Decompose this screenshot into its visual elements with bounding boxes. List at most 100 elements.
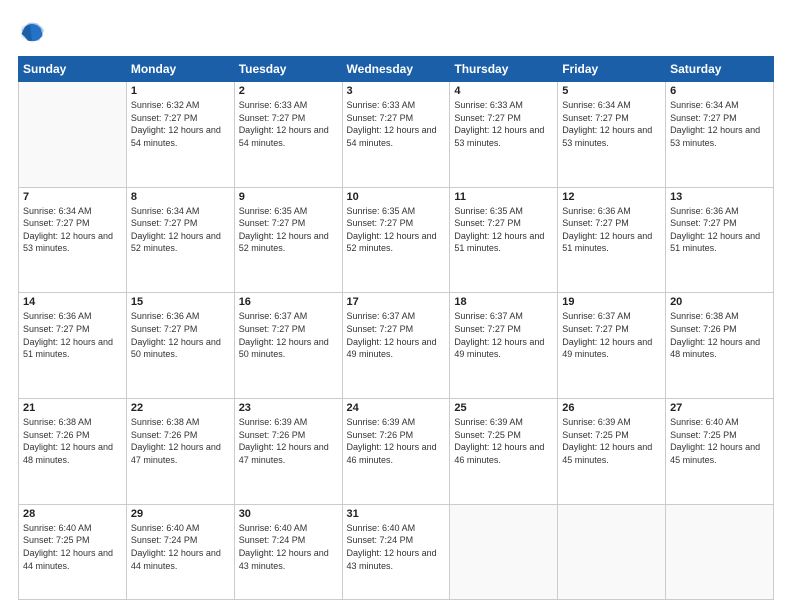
day-info: Sunrise: 6:39 AM Sunset: 7:26 PM Dayligh… <box>347 416 446 466</box>
calendar-cell: 10 Sunrise: 6:35 AM Sunset: 7:27 PM Dayli… <box>342 187 450 293</box>
week-row-3: 14 Sunrise: 6:36 AM Sunset: 7:27 PM Dayli… <box>19 293 774 399</box>
day-number: 22 <box>131 402 230 414</box>
calendar-cell: 12 Sunrise: 6:36 AM Sunset: 7:27 PM Dayli… <box>558 187 666 293</box>
day-info: Sunrise: 6:40 AM Sunset: 7:24 PM Dayligh… <box>131 522 230 572</box>
day-info: Sunrise: 6:34 AM Sunset: 7:27 PM Dayligh… <box>23 205 122 255</box>
day-number: 27 <box>670 402 769 414</box>
weekday-header-saturday: Saturday <box>666 57 774 82</box>
day-info: Sunrise: 6:34 AM Sunset: 7:27 PM Dayligh… <box>562 99 661 149</box>
week-row-1: 1 Sunrise: 6:32 AM Sunset: 7:27 PM Daylig… <box>19 82 774 188</box>
day-number: 3 <box>347 85 446 97</box>
day-number: 4 <box>454 85 553 97</box>
calendar-cell: 21 Sunrise: 6:38 AM Sunset: 7:26 PM Dayli… <box>19 399 127 505</box>
day-info: Sunrise: 6:35 AM Sunset: 7:27 PM Dayligh… <box>454 205 553 255</box>
calendar-cell: 23 Sunrise: 6:39 AM Sunset: 7:26 PM Dayli… <box>234 399 342 505</box>
day-number: 24 <box>347 402 446 414</box>
calendar-cell: 16 Sunrise: 6:37 AM Sunset: 7:27 PM Dayli… <box>234 293 342 399</box>
calendar-cell <box>666 504 774 599</box>
header <box>18 18 774 46</box>
day-info: Sunrise: 6:32 AM Sunset: 7:27 PM Dayligh… <box>131 99 230 149</box>
day-info: Sunrise: 6:37 AM Sunset: 7:27 PM Dayligh… <box>239 310 338 360</box>
day-number: 17 <box>347 296 446 308</box>
calendar-cell: 24 Sunrise: 6:39 AM Sunset: 7:26 PM Dayli… <box>342 399 450 505</box>
day-number: 5 <box>562 85 661 97</box>
weekday-header-thursday: Thursday <box>450 57 558 82</box>
calendar-cell: 5 Sunrise: 6:34 AM Sunset: 7:27 PM Daylig… <box>558 82 666 188</box>
calendar-cell: 3 Sunrise: 6:33 AM Sunset: 7:27 PM Daylig… <box>342 82 450 188</box>
week-row-5: 28Sunrise: 6:40 AM Sunset: 7:25 PM Dayli… <box>19 504 774 599</box>
calendar-cell <box>558 504 666 599</box>
calendar-cell: 1 Sunrise: 6:32 AM Sunset: 7:27 PM Daylig… <box>126 82 234 188</box>
calendar-cell: 19 Sunrise: 6:37 AM Sunset: 7:27 PM Dayli… <box>558 293 666 399</box>
calendar-cell: 22 Sunrise: 6:38 AM Sunset: 7:26 PM Dayli… <box>126 399 234 505</box>
day-number: 12 <box>562 191 661 203</box>
day-number: 29 <box>131 508 230 520</box>
day-number: 20 <box>670 296 769 308</box>
day-info: Sunrise: 6:38 AM Sunset: 7:26 PM Dayligh… <box>131 416 230 466</box>
day-info: Sunrise: 6:34 AM Sunset: 7:27 PM Dayligh… <box>131 205 230 255</box>
day-number: 8 <box>131 191 230 203</box>
calendar-cell <box>19 82 127 188</box>
day-info: Sunrise: 6:39 AM Sunset: 7:25 PM Dayligh… <box>454 416 553 466</box>
day-number: 9 <box>239 191 338 203</box>
day-number: 1 <box>131 85 230 97</box>
day-number: 26 <box>562 402 661 414</box>
day-number: 23 <box>239 402 338 414</box>
calendar-cell: 18 Sunrise: 6:37 AM Sunset: 7:27 PM Dayli… <box>450 293 558 399</box>
calendar-cell: 8 Sunrise: 6:34 AM Sunset: 7:27 PM Daylig… <box>126 187 234 293</box>
day-number: 10 <box>347 191 446 203</box>
calendar-cell <box>450 504 558 599</box>
day-number: 13 <box>670 191 769 203</box>
day-info: Sunrise: 6:38 AM Sunset: 7:26 PM Dayligh… <box>23 416 122 466</box>
calendar-cell: 30 Sunrise: 6:40 AM Sunset: 7:24 PM Dayli… <box>234 504 342 599</box>
day-info: Sunrise: 6:39 AM Sunset: 7:25 PM Dayligh… <box>562 416 661 466</box>
calendar-cell: 13 Sunrise: 6:36 AM Sunset: 7:27 PM Dayli… <box>666 187 774 293</box>
day-info: Sunrise: 6:37 AM Sunset: 7:27 PM Dayligh… <box>562 310 661 360</box>
calendar-cell: 11 Sunrise: 6:35 AM Sunset: 7:27 PM Dayli… <box>450 187 558 293</box>
day-info: Sunrise: 6:37 AM Sunset: 7:27 PM Dayligh… <box>347 310 446 360</box>
calendar-cell: 26 Sunrise: 6:39 AM Sunset: 7:25 PM Dayli… <box>558 399 666 505</box>
day-number: 14 <box>23 296 122 308</box>
day-info: Sunrise: 6:36 AM Sunset: 7:27 PM Dayligh… <box>562 205 661 255</box>
day-info: Sunrise: 6:33 AM Sunset: 7:27 PM Dayligh… <box>347 99 446 149</box>
logo-icon <box>18 18 46 46</box>
calendar-cell: 20 Sunrise: 6:38 AM Sunset: 7:26 PM Dayli… <box>666 293 774 399</box>
day-number: 21 <box>23 402 122 414</box>
calendar-cell: 15 Sunrise: 6:36 AM Sunset: 7:27 PM Dayli… <box>126 293 234 399</box>
day-info: Sunrise: 6:39 AM Sunset: 7:26 PM Dayligh… <box>239 416 338 466</box>
logo <box>18 18 50 46</box>
day-number: 7 <box>23 191 122 203</box>
calendar-cell: 4 Sunrise: 6:33 AM Sunset: 7:27 PM Daylig… <box>450 82 558 188</box>
day-number: 15 <box>131 296 230 308</box>
day-info: Sunrise: 6:36 AM Sunset: 7:27 PM Dayligh… <box>23 310 122 360</box>
calendar-cell: 7 Sunrise: 6:34 AM Sunset: 7:27 PM Daylig… <box>19 187 127 293</box>
day-info: Sunrise: 6:38 AM Sunset: 7:26 PM Dayligh… <box>670 310 769 360</box>
day-info: Sunrise: 6:33 AM Sunset: 7:27 PM Dayligh… <box>454 99 553 149</box>
day-info: Sunrise: 6:36 AM Sunset: 7:27 PM Dayligh… <box>670 205 769 255</box>
day-number: 30 <box>239 508 338 520</box>
page: SundayMondayTuesdayWednesdayThursdayFrid… <box>0 0 792 612</box>
day-info: Sunrise: 6:36 AM Sunset: 7:27 PM Dayligh… <box>131 310 230 360</box>
weekday-header-tuesday: Tuesday <box>234 57 342 82</box>
day-info: Sunrise: 6:37 AM Sunset: 7:27 PM Dayligh… <box>454 310 553 360</box>
day-info: Sunrise: 6:34 AM Sunset: 7:27 PM Dayligh… <box>670 99 769 149</box>
day-number: 6 <box>670 85 769 97</box>
day-info: Sunrise: 6:35 AM Sunset: 7:27 PM Dayligh… <box>347 205 446 255</box>
weekday-header-sunday: Sunday <box>19 57 127 82</box>
day-number: 31 <box>347 508 446 520</box>
calendar-cell: 27 Sunrise: 6:40 AM Sunset: 7:25 PM Dayli… <box>666 399 774 505</box>
day-number: 16 <box>239 296 338 308</box>
calendar-cell: 2Sunrise: 6:33 AM Sunset: 7:27 PM Daylig… <box>234 82 342 188</box>
calendar-cell: 9Sunrise: 6:35 AM Sunset: 7:27 PM Daylig… <box>234 187 342 293</box>
calendar-cell: 6 Sunrise: 6:34 AM Sunset: 7:27 PM Daylig… <box>666 82 774 188</box>
day-info: Sunrise: 6:40 AM Sunset: 7:25 PM Dayligh… <box>670 416 769 466</box>
weekday-header-wednesday: Wednesday <box>342 57 450 82</box>
weekday-header-row: SundayMondayTuesdayWednesdayThursdayFrid… <box>19 57 774 82</box>
day-info: Sunrise: 6:40 AM Sunset: 7:24 PM Dayligh… <box>239 522 338 572</box>
day-info: Sunrise: 6:40 AM Sunset: 7:24 PM Dayligh… <box>347 522 446 572</box>
day-number: 19 <box>562 296 661 308</box>
calendar-cell: 28Sunrise: 6:40 AM Sunset: 7:25 PM Dayli… <box>19 504 127 599</box>
calendar-cell: 29 Sunrise: 6:40 AM Sunset: 7:24 PM Dayli… <box>126 504 234 599</box>
day-number: 11 <box>454 191 553 203</box>
day-number: 18 <box>454 296 553 308</box>
